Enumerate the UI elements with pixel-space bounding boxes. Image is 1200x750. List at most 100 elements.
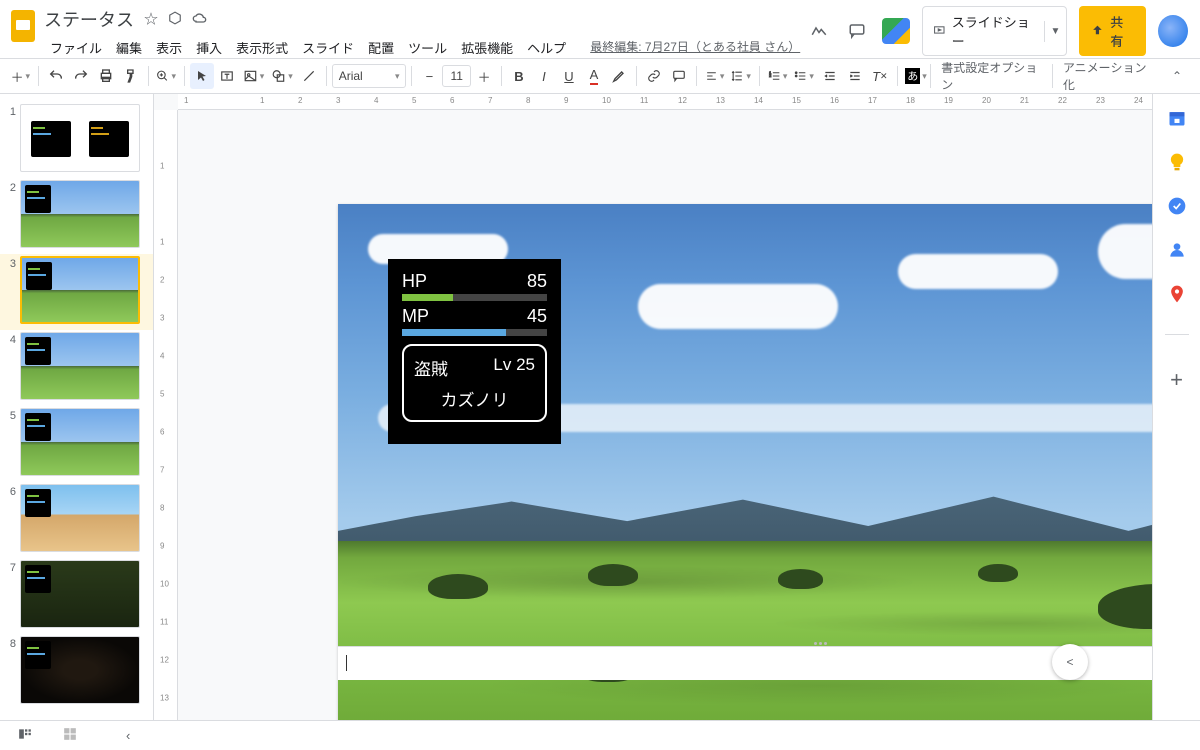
hp-bar — [402, 294, 547, 301]
image-tool[interactable]: ▾ — [240, 63, 267, 89]
bulleted-list-button[interactable]: ▾ — [791, 63, 817, 89]
thumb-1[interactable]: 1 — [0, 102, 153, 178]
select-tool[interactable] — [190, 63, 214, 89]
calendar-icon[interactable] — [1167, 108, 1187, 128]
clear-format-button[interactable]: T✕ — [868, 63, 892, 89]
slide[interactable]: HP 85 MP 45 盗賊 Lv 25 カズノリ — [338, 204, 1152, 720]
input-tools-button[interactable]: あ▾ — [903, 63, 929, 89]
numbered-list-button[interactable]: 12▾ — [765, 63, 791, 89]
activity-icon[interactable] — [806, 17, 832, 45]
svg-text:2: 2 — [769, 74, 771, 78]
mp-bar — [402, 329, 547, 336]
cloud-icon[interactable] — [192, 11, 208, 27]
font-size-inc[interactable]: ＋ — [472, 63, 496, 89]
char-level: Lv 25 — [493, 355, 535, 380]
ruler-vertical: 11234567891011121314 — [154, 110, 178, 720]
ruler-horizontal: 1123456789101112131415161718192021222324… — [178, 94, 1152, 110]
menu-slide[interactable]: スライド — [296, 36, 360, 59]
collapse-sidepanel-icon[interactable]: ‹ — [126, 728, 130, 743]
menu-file[interactable]: ファイル — [44, 36, 108, 59]
slides-logo[interactable] — [6, 8, 40, 44]
textbox-tool[interactable] — [215, 63, 239, 89]
cloud — [1098, 224, 1152, 279]
move-icon[interactable] — [168, 11, 182, 28]
bush — [428, 574, 488, 599]
menu-view[interactable]: 表示 — [150, 36, 188, 59]
canvas-area[interactable]: 1123456789101112131415161718192021222324… — [154, 94, 1152, 720]
text-cursor — [346, 655, 347, 671]
menu-help[interactable]: ヘルプ — [521, 36, 572, 59]
paint-format-button[interactable] — [119, 63, 143, 89]
bold-button[interactable]: B — [507, 63, 531, 89]
font-select[interactable]: Arial▾ — [332, 64, 407, 88]
char-class: 盗賊 — [414, 355, 448, 380]
thumb-4[interactable]: 4 — [0, 330, 153, 406]
footer: ‹ — [0, 720, 1200, 750]
char-name: カズノリ — [441, 386, 509, 411]
doc-title[interactable]: ステータス — [44, 6, 134, 32]
italic-button[interactable]: I — [532, 63, 556, 89]
line-spacing-button[interactable]: ▾ — [728, 63, 754, 89]
print-button[interactable] — [94, 63, 118, 89]
menu-tools[interactable]: ツール — [402, 36, 453, 59]
avatar[interactable] — [1158, 15, 1188, 47]
addons-button[interactable]: + — [1170, 367, 1183, 393]
highlight-button[interactable] — [607, 63, 631, 89]
grid-view-icon[interactable] — [62, 727, 78, 744]
meet-button[interactable] — [882, 18, 910, 44]
increase-indent-button[interactable] — [843, 63, 867, 89]
thumb-2[interactable]: 2 — [0, 178, 153, 254]
share-button[interactable]: 共有 — [1079, 6, 1146, 56]
animation-button[interactable]: アニメーション化 — [1052, 64, 1162, 88]
menu-format[interactable]: 表示形式 — [230, 36, 294, 59]
menu-arrange[interactable]: 配置 — [362, 36, 400, 59]
filmstrip[interactable]: 12345678 — [0, 94, 154, 720]
char-info: 盗賊 Lv 25 カズノリ — [402, 344, 547, 422]
menu-edit[interactable]: 編集 — [110, 36, 148, 59]
slideshow-button[interactable]: スライドショー ▼ — [922, 6, 1067, 56]
redo-button[interactable] — [69, 63, 93, 89]
font-name: Arial — [339, 69, 363, 83]
font-size-input[interactable]: 11 — [442, 65, 471, 87]
keep-icon[interactable] — [1167, 152, 1187, 172]
hp-value: 85 — [527, 271, 547, 292]
align-button[interactable]: ▾ — [702, 63, 728, 89]
star-icon[interactable]: ☆ — [144, 9, 158, 29]
collapse-toolbar-button[interactable]: ⌃ — [1162, 69, 1192, 83]
decrease-indent-button[interactable] — [818, 63, 842, 89]
thumb-7[interactable]: 7 — [0, 558, 153, 634]
slideshow-dropdown[interactable]: ▼ — [1044, 21, 1067, 42]
mp-label: MP — [402, 306, 429, 327]
cloud — [638, 284, 838, 329]
speaker-notes[interactable] — [338, 646, 1152, 680]
thumb-8[interactable]: 8 — [0, 634, 153, 710]
comment-button[interactable] — [667, 63, 691, 89]
text-color-button[interactable]: A — [582, 63, 606, 89]
contacts-icon[interactable] — [1167, 240, 1187, 260]
format-options-button[interactable]: 書式設定オプション — [930, 64, 1052, 88]
underline-button[interactable]: U — [557, 63, 581, 89]
line-tool[interactable] — [297, 63, 321, 89]
tasks-icon[interactable] — [1167, 196, 1187, 216]
drag-handle-icon[interactable] — [805, 642, 835, 646]
shape-tool[interactable]: ▾ — [268, 63, 295, 89]
comments-icon[interactable] — [844, 17, 870, 45]
menu-extensions[interactable]: 拡張機能 — [455, 36, 519, 59]
share-label: 共有 — [1110, 12, 1134, 50]
font-size-dec[interactable]: − — [417, 63, 441, 89]
thumb-6[interactable]: 6 — [0, 482, 153, 558]
maps-icon[interactable] — [1167, 284, 1187, 304]
thumb-5[interactable]: 5 — [0, 406, 153, 482]
thumb-3[interactable]: 3 — [0, 254, 153, 330]
last-edit[interactable]: 最終編集: 7月27日（とある社員 さん） — [584, 36, 806, 59]
hp-label: HP — [402, 271, 427, 292]
zoom-button[interactable]: ▾ — [153, 63, 179, 89]
mp-value: 45 — [527, 306, 547, 327]
filmstrip-view-icon[interactable] — [16, 727, 34, 744]
new-slide-button[interactable]: ＋▾ — [8, 63, 33, 89]
menu-insert[interactable]: 挿入 — [190, 36, 228, 59]
status-panel[interactable]: HP 85 MP 45 盗賊 Lv 25 カズノリ — [388, 259, 561, 444]
undo-button[interactable] — [44, 63, 68, 89]
explore-button[interactable]: < — [1052, 644, 1088, 680]
link-button[interactable] — [642, 63, 666, 89]
